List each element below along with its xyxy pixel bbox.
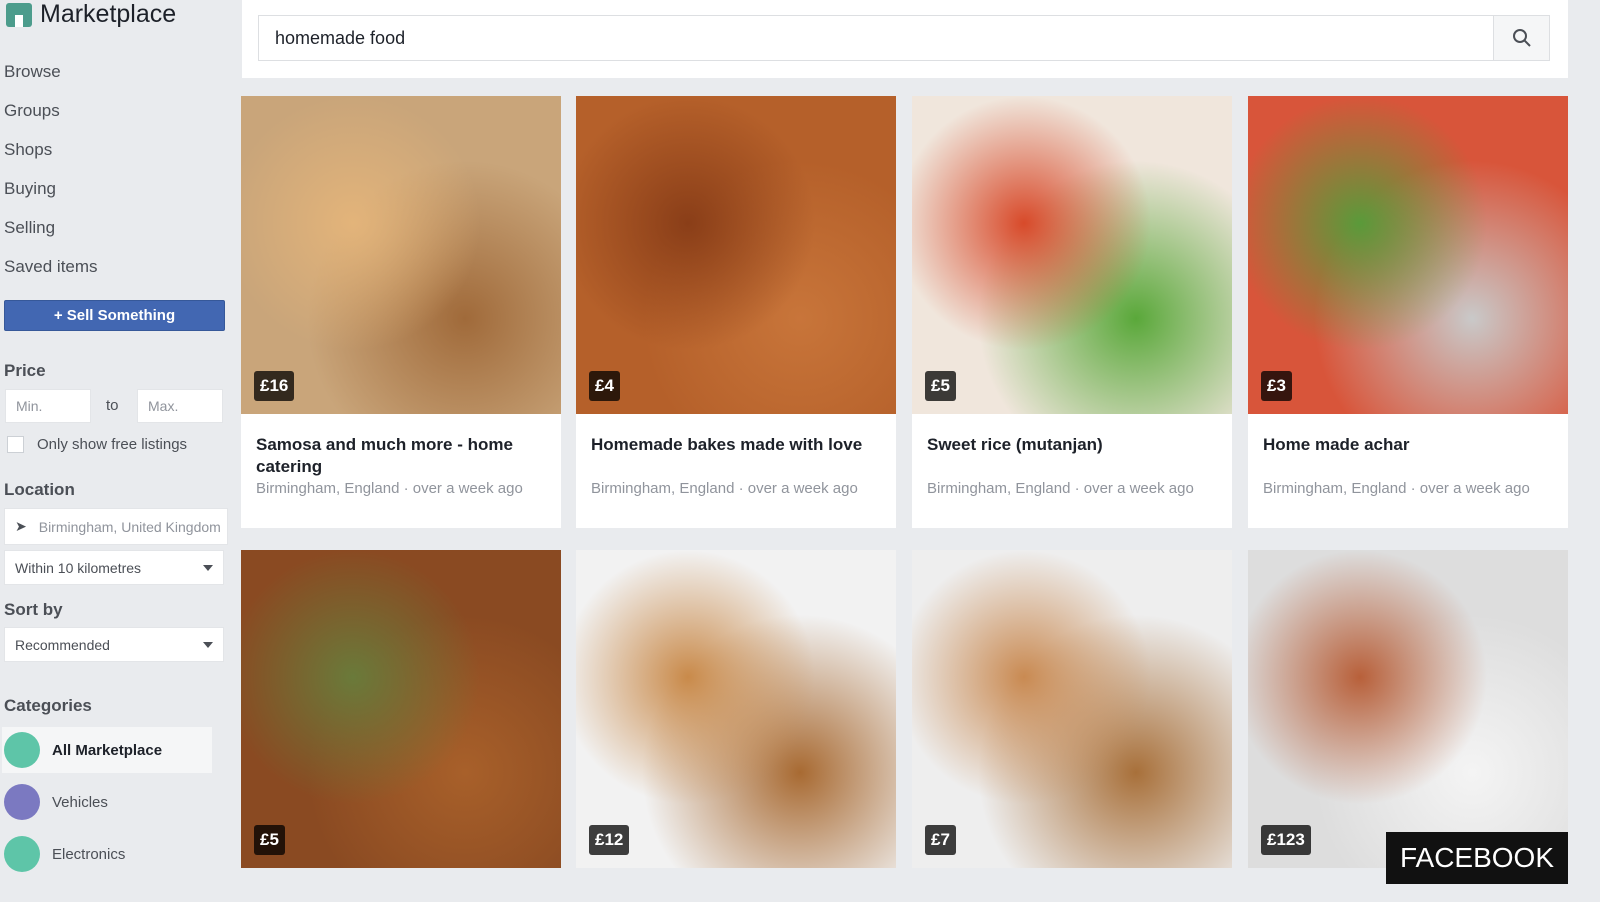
listing-photo[interactable]: £16 bbox=[241, 96, 561, 414]
price-badge: £4 bbox=[589, 371, 620, 401]
price-max-input[interactable]: Max. bbox=[137, 389, 223, 423]
listing-meta: Birmingham, England · over a week ago bbox=[256, 480, 523, 497]
sort-select[interactable]: Recommended bbox=[4, 627, 224, 662]
chevron-down-icon bbox=[203, 565, 213, 576]
nav-buying[interactable]: Buying bbox=[4, 179, 56, 199]
sell-something-button[interactable]: + Sell Something bbox=[4, 300, 225, 331]
listing-card[interactable]: £7 bbox=[912, 550, 1232, 868]
category-vehicles[interactable]: Vehicles bbox=[2, 779, 212, 825]
listing-photo[interactable]: £4 bbox=[576, 96, 896, 414]
category-electronics[interactable]: Electronics bbox=[2, 831, 212, 877]
listing-card[interactable]: £123 bbox=[1248, 550, 1568, 868]
listing-card[interactable]: £16 Samosa and much more - home catering B… bbox=[241, 96, 561, 528]
category-label: All Marketplace bbox=[52, 741, 163, 759]
listing-meta: Birmingham, England · over a week ago bbox=[591, 480, 858, 497]
nav-browse[interactable]: Browse bbox=[4, 62, 61, 82]
listing-card[interactable]: £5 bbox=[241, 550, 561, 868]
store-icon bbox=[6, 2, 32, 27]
car-icon bbox=[4, 784, 40, 820]
listing-photo[interactable]: £12 bbox=[576, 550, 896, 868]
location-arrow-icon: ➤ bbox=[15, 518, 27, 534]
listing-photo[interactable]: £7 bbox=[912, 550, 1232, 868]
search-button[interactable] bbox=[1493, 16, 1549, 60]
listing-meta: Birmingham, England · over a week ago bbox=[1263, 480, 1530, 497]
location-input[interactable]: ➤ Birmingham, United Kingdom bbox=[4, 508, 228, 545]
chevron-down-icon bbox=[203, 642, 213, 653]
listing-title[interactable]: Home made achar bbox=[1248, 414, 1568, 470]
listing-meta: Birmingham, England · over a week ago bbox=[927, 480, 1194, 497]
search-input[interactable]: homemade food bbox=[258, 15, 1550, 61]
listing-card[interactable]: £12 bbox=[576, 550, 896, 868]
listing-photo[interactable]: £5 bbox=[912, 96, 1232, 414]
listing-photo[interactable]: £3 bbox=[1248, 96, 1568, 414]
listing-photo[interactable]: £5 bbox=[241, 550, 561, 868]
facebook-watermark: FACEBOOK bbox=[1386, 832, 1568, 884]
title-text: Marketplace bbox=[40, 0, 177, 28]
radius-value: Within 10 kilometres bbox=[15, 559, 142, 576]
categories-heading: Categories bbox=[4, 696, 92, 715]
category-label: Vehicles bbox=[52, 793, 108, 811]
price-badge: £12 bbox=[589, 825, 630, 855]
search-value: homemade food bbox=[275, 27, 406, 48]
sort-heading: Sort by bbox=[4, 600, 63, 619]
listing-title[interactable]: Homemade bakes made with love bbox=[576, 414, 896, 470]
nav-selling[interactable]: Selling bbox=[4, 218, 55, 238]
listing-card[interactable]: £5 Sweet rice (mutanjan) Birmingham, Engla… bbox=[912, 96, 1232, 528]
price-to-label: to bbox=[106, 397, 119, 414]
listing-card[interactable]: £4 Homemade bakes made with love Birmingha… bbox=[576, 96, 896, 528]
phone-icon bbox=[4, 836, 40, 872]
price-badge: £7 bbox=[925, 825, 956, 855]
nav-groups[interactable]: Groups bbox=[4, 101, 60, 121]
price-badge: £5 bbox=[254, 825, 285, 855]
location-value: Birmingham, United Kingdom bbox=[38, 518, 221, 535]
free-listings-label: Only show free listings bbox=[37, 436, 188, 453]
nav-shops[interactable]: Shops bbox=[4, 140, 52, 160]
listing-card[interactable]: £3 Home made achar Birmingham, England · o… bbox=[1248, 96, 1568, 528]
sort-value: Recommended bbox=[15, 636, 110, 653]
listing-title[interactable]: Sweet rice (mutanjan) bbox=[912, 414, 1232, 470]
category-label: Electronics bbox=[52, 845, 126, 863]
price-min-input[interactable]: Min. bbox=[5, 389, 91, 423]
price-badge: £16 bbox=[254, 371, 295, 401]
store-icon bbox=[4, 732, 40, 768]
search-bar: homemade food bbox=[242, 0, 1568, 78]
location-heading: Location bbox=[4, 480, 75, 499]
listing-photo[interactable]: £123 bbox=[1248, 550, 1568, 868]
price-badge: £123 bbox=[1261, 825, 1311, 855]
price-badge: £3 bbox=[1261, 371, 1292, 401]
price-heading: Price bbox=[4, 361, 46, 380]
search-icon bbox=[1512, 29, 1531, 47]
listing-title[interactable]: Samosa and much more - home catering bbox=[241, 414, 561, 476]
free-listings-checkbox[interactable] bbox=[7, 436, 24, 453]
nav-saved-items[interactable]: Saved items bbox=[4, 257, 98, 277]
marketplace-title[interactable]: Marketplace bbox=[6, 0, 176, 29]
radius-select[interactable]: Within 10 kilometres bbox=[4, 550, 224, 585]
category-all-marketplace[interactable]: All Marketplace bbox=[2, 727, 212, 773]
sidebar: Marketplace Browse Groups Shops Buying S… bbox=[0, 0, 235, 902]
price-badge: £5 bbox=[925, 371, 956, 401]
